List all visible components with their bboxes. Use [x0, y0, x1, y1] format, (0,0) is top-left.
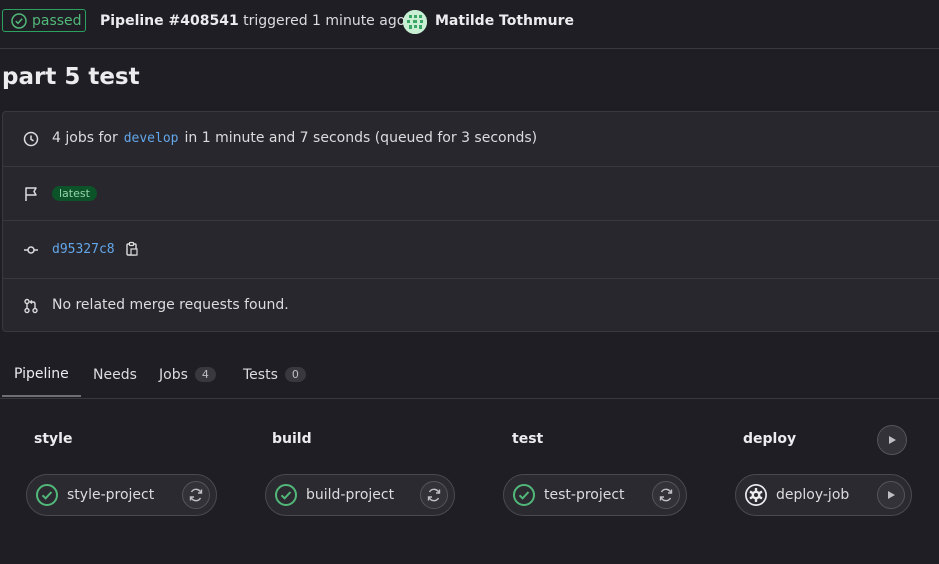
job-name: test-project	[544, 487, 625, 503]
status-badge[interactable]: passed	[2, 9, 86, 32]
retry-icon	[659, 488, 673, 502]
merge-requests-row: No related merge requests found.	[3, 279, 939, 333]
status-label: passed	[32, 12, 82, 29]
jobs-count-badge: 4	[194, 367, 216, 382]
page-title: part 5 test	[2, 64, 140, 90]
job-build-project[interactable]: build-project	[265, 474, 455, 516]
play-icon	[889, 436, 896, 444]
commit-row: d95327c8	[3, 221, 939, 279]
tab-needs[interactable]: Needs	[93, 352, 137, 397]
avatar[interactable]	[403, 10, 427, 34]
job-deploy-job[interactable]: deploy-job	[735, 474, 912, 516]
tab-pipeline-label: Pipeline	[14, 365, 69, 382]
stage-title-deploy: deploy	[743, 431, 797, 447]
job-test-project[interactable]: test-project	[503, 474, 687, 516]
branch-link[interactable]: develop	[124, 131, 179, 146]
job-name: build-project	[306, 487, 395, 503]
manual-gear-icon	[745, 484, 767, 506]
merge-requests-text: No related merge requests found.	[52, 297, 289, 313]
stage-title-test: test	[512, 431, 544, 447]
pipeline-tabs: Pipeline Needs Jobs 4 Tests 0	[0, 352, 939, 399]
jobs-row: 4 jobs for develop in 1 minute and 7 sec…	[3, 112, 939, 167]
clock-icon	[23, 131, 39, 147]
tab-pipeline[interactable]: Pipeline	[2, 352, 81, 397]
copy-clipboard-icon[interactable]	[125, 241, 139, 257]
retry-icon	[427, 488, 441, 502]
deploy-stage-play-button[interactable]	[877, 425, 907, 455]
stage-title-style: style	[34, 431, 73, 447]
latest-badge: latest	[52, 186, 97, 201]
merge-request-icon	[24, 298, 38, 314]
author-name[interactable]: Matilde Tothmure	[435, 13, 574, 29]
commit-icon	[24, 246, 38, 254]
tab-tests[interactable]: Tests 0	[243, 352, 306, 397]
retry-button[interactable]	[420, 481, 448, 509]
avatar-pattern-icon	[403, 10, 427, 34]
pipeline-id: Pipeline #408541	[100, 13, 239, 29]
success-status-icon	[36, 484, 58, 506]
success-status-icon	[275, 484, 297, 506]
success-status-icon	[513, 484, 535, 506]
commit-sha-link[interactable]: d95327c8	[52, 242, 115, 257]
play-icon	[888, 491, 895, 499]
pipeline-summary: Pipeline #408541 triggered 1 minute ago …	[100, 13, 427, 29]
check-circle-icon	[11, 12, 27, 29]
tags-row: latest	[3, 167, 939, 221]
tab-jobs[interactable]: Jobs 4	[159, 352, 216, 397]
job-name: deploy-job	[776, 487, 850, 503]
play-job-button[interactable]	[877, 481, 905, 509]
tab-tests-label: Tests	[243, 366, 278, 383]
retry-button[interactable]	[182, 481, 210, 509]
retry-button[interactable]	[652, 481, 680, 509]
tab-needs-label: Needs	[93, 366, 137, 383]
pipeline-info-card: 4 jobs for develop in 1 minute and 7 sec…	[2, 111, 939, 332]
stage-title-build: build	[272, 431, 312, 447]
jobs-prefix: 4 jobs for	[52, 130, 118, 146]
retry-icon	[189, 488, 203, 502]
job-name: style-project	[67, 487, 155, 503]
flag-icon	[25, 187, 37, 201]
trigger-text: triggered 1 minute ago by	[243, 13, 427, 29]
tests-count-badge: 0	[284, 367, 306, 382]
job-style-project[interactable]: style-project	[26, 474, 217, 516]
tab-jobs-label: Jobs	[159, 366, 188, 383]
jobs-duration: in 1 minute and 7 seconds (queued for 3 …	[184, 130, 538, 146]
